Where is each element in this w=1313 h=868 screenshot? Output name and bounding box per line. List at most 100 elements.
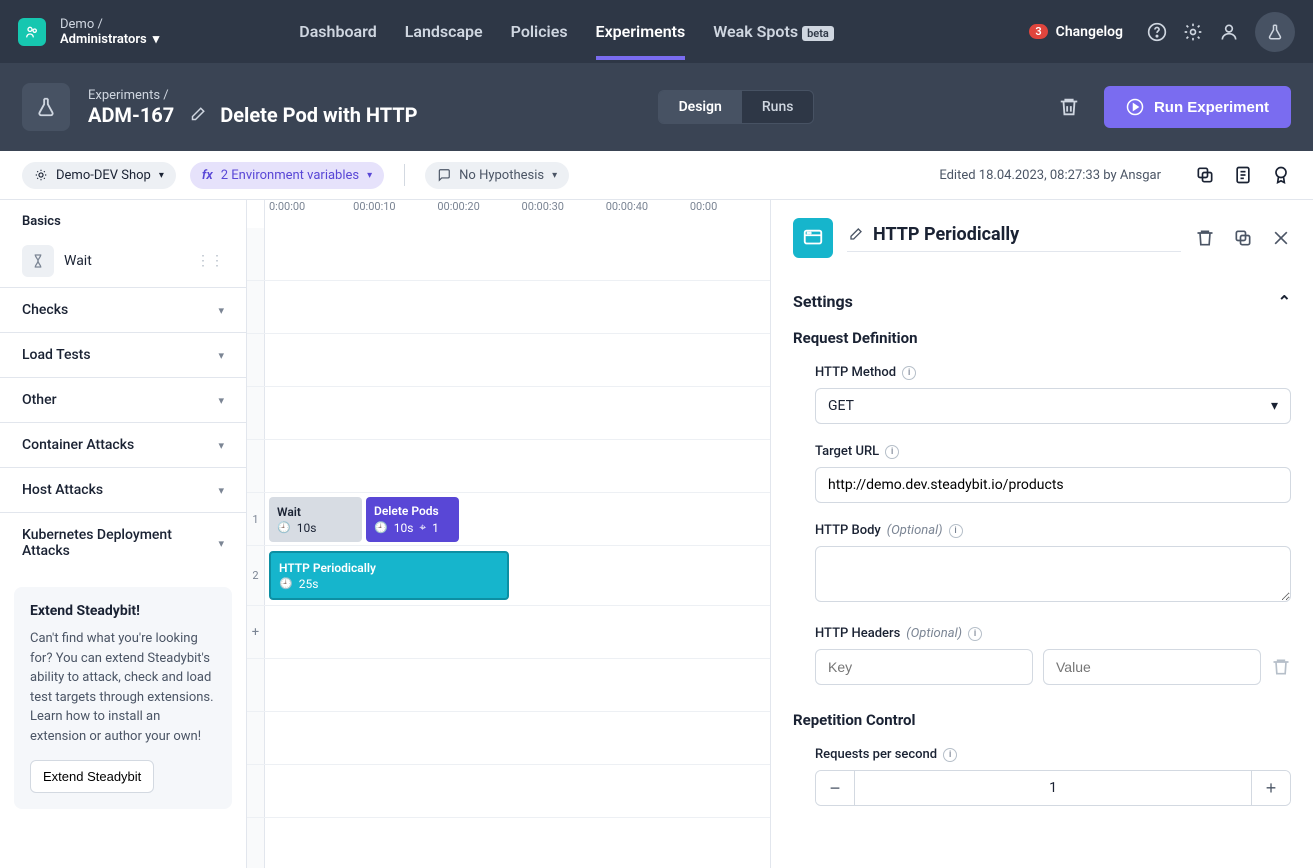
nav-dashboard[interactable]: Dashboard xyxy=(299,22,376,41)
delete-header-icon[interactable] xyxy=(1271,657,1291,677)
timeline-block-wait[interactable]: Wait 🕘10s xyxy=(269,497,362,542)
timeline-block-http-periodically[interactable]: HTTP Periodically 🕘25s xyxy=(269,551,509,600)
tl-tick: 0:00:00 xyxy=(265,200,349,228)
sidebar-group-label: Kubernetes Deployment Attacks xyxy=(22,527,218,559)
nav-icons xyxy=(1147,12,1295,52)
experiment-toolbar: Demo-DEV Shop ▾ fx 2 Environment variabl… xyxy=(0,151,1313,200)
team-selector[interactable]: Demo / Administrators ▾ xyxy=(60,17,159,47)
info-icon[interactable]: i xyxy=(949,524,963,538)
extend-title: Extend Steadybit! xyxy=(30,603,216,619)
target-url-input[interactable] xyxy=(815,467,1291,503)
chevron-down-icon: ▾ xyxy=(367,170,372,181)
copy-icon[interactable] xyxy=(1195,165,1215,185)
notes-icon[interactable] xyxy=(1233,165,1253,185)
hypothesis-label: No Hypothesis xyxy=(459,168,544,183)
env-vars-pill[interactable]: fx 2 Environment variables ▾ xyxy=(190,162,384,189)
close-icon[interactable] xyxy=(1271,228,1291,248)
rps-stepper: − 1 + xyxy=(815,770,1291,806)
rps-value[interactable]: 1 xyxy=(854,771,1252,805)
nav-weakspots[interactable]: Weak Spotsbeta xyxy=(713,22,834,41)
avatar[interactable] xyxy=(1255,12,1295,52)
fx-icon: fx xyxy=(202,168,213,183)
edit-icon[interactable] xyxy=(188,106,206,124)
block-meta: 25s xyxy=(299,577,319,591)
changelog-count: 3 xyxy=(1029,24,1047,39)
run-experiment-label: Run Experiment xyxy=(1154,99,1269,116)
badge-icon[interactable] xyxy=(1271,165,1291,185)
sidebar-group-k8s-attacks[interactable]: Kubernetes Deployment Attacks▾ xyxy=(0,512,246,573)
http-method-label: HTTP Method xyxy=(815,365,896,380)
nav-landscape[interactable]: Landscape xyxy=(405,22,483,41)
comment-icon xyxy=(437,168,451,182)
tab-design[interactable]: Design xyxy=(659,91,742,123)
run-experiment-button[interactable]: Run Experiment xyxy=(1104,86,1291,128)
settings-section: Settings ⌃ Request Definition HTTP Metho… xyxy=(771,276,1313,822)
nav-experiments[interactable]: Experiments xyxy=(596,22,686,41)
info-icon[interactable]: i xyxy=(943,748,957,762)
tl-row-number: 2 xyxy=(247,546,265,605)
delete-step-icon[interactable] xyxy=(1195,228,1215,248)
sidebar-group-checks[interactable]: Checks▾ xyxy=(0,287,246,332)
extend-steadybit-button[interactable]: Extend Steadybit xyxy=(30,760,154,793)
user-icon[interactable] xyxy=(1219,22,1239,42)
sidebar-group-loadtests[interactable]: Load Tests▾ xyxy=(0,332,246,377)
basics-heading: Basics xyxy=(0,200,246,235)
tl-tick: 00:00:20 xyxy=(433,200,517,228)
chevron-down-icon: ▾ xyxy=(159,170,164,181)
changelog-link[interactable]: 3 Changelog xyxy=(1029,24,1123,40)
team-badge xyxy=(18,18,46,46)
copy-step-icon[interactable] xyxy=(1233,228,1253,248)
chevron-down-icon: ▾ xyxy=(153,32,160,47)
http-method-field: HTTP Method i GET ▾ xyxy=(793,365,1291,424)
sidebar-group-other[interactable]: Other▾ xyxy=(0,377,246,422)
chevron-down-icon: ▾ xyxy=(218,439,224,452)
breadcrumb[interactable]: Experiments xyxy=(88,88,160,103)
http-method-select[interactable]: GET ▾ xyxy=(815,388,1291,424)
http-body-input[interactable] xyxy=(815,546,1291,602)
timeline-header: 0:00:00 00:00:10 00:00:20 00:00:30 00:00… xyxy=(247,200,770,228)
optional-label: (Optional) xyxy=(887,523,943,538)
header-key-input[interactable] xyxy=(815,649,1033,685)
info-icon[interactable]: i xyxy=(968,627,982,641)
sidebar-group-host-attacks[interactable]: Host Attacks▾ xyxy=(0,467,246,512)
delete-experiment-icon[interactable] xyxy=(1058,96,1080,118)
edited-timestamp: Edited 18.04.2023, 08:27:33 by Ansgar xyxy=(939,168,1161,183)
nav-policies[interactable]: Policies xyxy=(511,22,568,41)
timeline-block-delete-pods[interactable]: Delete Pods 🕘10s ⌖ 1 xyxy=(366,497,459,542)
nav-weakspots-label: Weak Spots xyxy=(713,22,798,41)
environment-pill[interactable]: Demo-DEV Shop ▾ xyxy=(22,162,176,189)
sidebar-group-label: Load Tests xyxy=(22,347,91,363)
panel-header: HTTP Periodically xyxy=(771,200,1313,276)
http-method-value: GET xyxy=(828,398,854,414)
rps-increment-button[interactable]: + xyxy=(1252,771,1290,805)
sidebar-group-container-attacks[interactable]: Container Attacks ▾ xyxy=(0,422,246,467)
rps-decrement-button[interactable]: − xyxy=(816,771,854,805)
changelog-label: Changelog xyxy=(1056,24,1123,40)
header-value-input[interactable] xyxy=(1043,649,1261,685)
hourglass-icon xyxy=(22,245,54,277)
clock-icon: 🕘 xyxy=(374,521,388,534)
chevron-down-icon: ▾ xyxy=(218,537,224,550)
drag-handle-icon[interactable]: ⋮⋮ xyxy=(196,253,224,269)
flask-icon xyxy=(1266,23,1284,41)
repetition-control-heading: Repetition Control xyxy=(793,711,1291,729)
tab-runs[interactable]: Runs xyxy=(742,91,814,123)
settings-header[interactable]: Settings ⌃ xyxy=(793,292,1291,311)
tl-tick: 00:00:40 xyxy=(602,200,686,228)
play-icon xyxy=(1126,98,1144,116)
design-runs-toggle: Design Runs xyxy=(658,90,815,124)
hypothesis-pill[interactable]: No Hypothesis ▾ xyxy=(425,162,569,189)
block-title: Wait xyxy=(277,505,354,519)
gear-icon[interactable] xyxy=(1183,22,1203,42)
actions-sidebar: Basics Wait ⋮⋮ Checks▾ Load Tests▾ Other… xyxy=(0,200,247,868)
sidebar-group-label: Host Attacks xyxy=(22,482,103,498)
sidebar-item-wait[interactable]: Wait ⋮⋮ xyxy=(0,235,246,287)
flask-icon xyxy=(35,96,57,118)
info-icon[interactable]: i xyxy=(885,445,899,459)
help-icon[interactable] xyxy=(1147,22,1167,42)
sidebar-group-label: Container Attacks xyxy=(22,437,134,453)
info-icon[interactable]: i xyxy=(902,366,916,380)
chevron-down-icon: ▾ xyxy=(552,170,557,181)
edit-icon[interactable] xyxy=(847,227,863,243)
add-row-button[interactable]: + xyxy=(247,606,265,658)
